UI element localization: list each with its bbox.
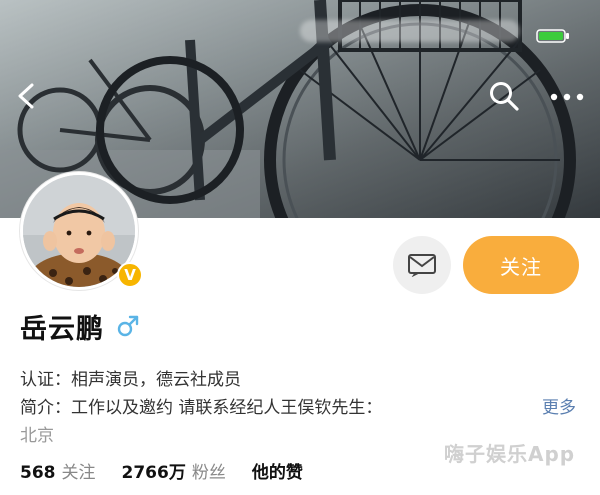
search-icon[interactable] [488,80,520,112]
more-link[interactable]: 更多 [542,393,576,418]
likes-link[interactable]: 他的赞 [252,458,303,483]
following-label: 关注 [61,463,96,483]
location-text: 北京 [20,426,54,446]
name-row: 岳云鹏 [20,306,140,346]
avatar-container[interactable]: V [20,172,143,290]
message-button[interactable] [393,236,451,294]
certification-line: 认证：相声演员，德云社成员 [20,365,241,390]
battery-icon [536,29,569,43]
intro-label: 简介： [20,398,71,418]
certification-text: 相声演员，德云社成员 [71,370,241,390]
following-count: 568 [20,463,56,483]
male-gender-icon [117,315,139,337]
following-stat[interactable]: 568 关注 [20,458,96,483]
status-bar-blur [300,20,520,42]
back-icon[interactable] [14,82,38,110]
message-icon [408,254,436,277]
follow-button[interactable]: 关注 [463,236,579,294]
stats-row: 568 关注 2766万 粉丝 他的赞 [20,458,329,483]
intro-line: 简介：工作以及邀约 请联系经纪人王俣钦先生： [20,393,382,418]
followers-label: 粉丝 [191,463,226,483]
more-icon[interactable] [550,92,584,102]
profile-name: 岳云鹏 [20,313,104,345]
followers-stat[interactable]: 2766万 粉丝 [122,458,226,483]
followers-count: 2766万 [121,463,186,483]
watermark: 嗨子娱乐App [444,442,576,466]
intro-text: 工作以及邀约 请联系经纪人王俣钦先生： [71,398,383,418]
verified-badge-icon: V [117,262,143,288]
certification-label: 认证： [20,370,71,390]
